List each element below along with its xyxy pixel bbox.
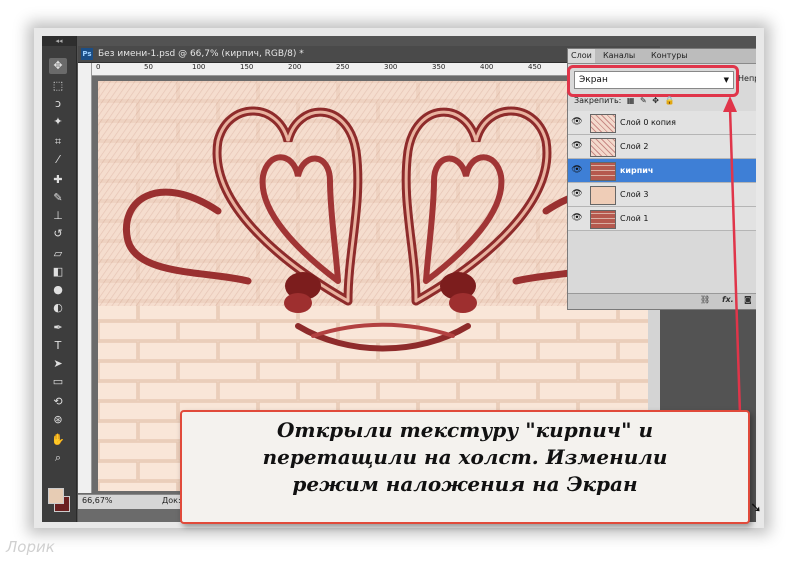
caption-line: режим наложения на Экран bbox=[292, 472, 638, 496]
watermark: Лорик bbox=[6, 538, 55, 556]
mouse-cursor-icon: ➘ bbox=[750, 500, 762, 516]
caption-line: перетащили на холст. Изменили bbox=[262, 445, 668, 469]
caption-box: Открыли текстуру "кирпич" и перетащили н… bbox=[180, 410, 750, 524]
caption-line: Открыли текстуру "кирпич" и bbox=[276, 418, 653, 442]
